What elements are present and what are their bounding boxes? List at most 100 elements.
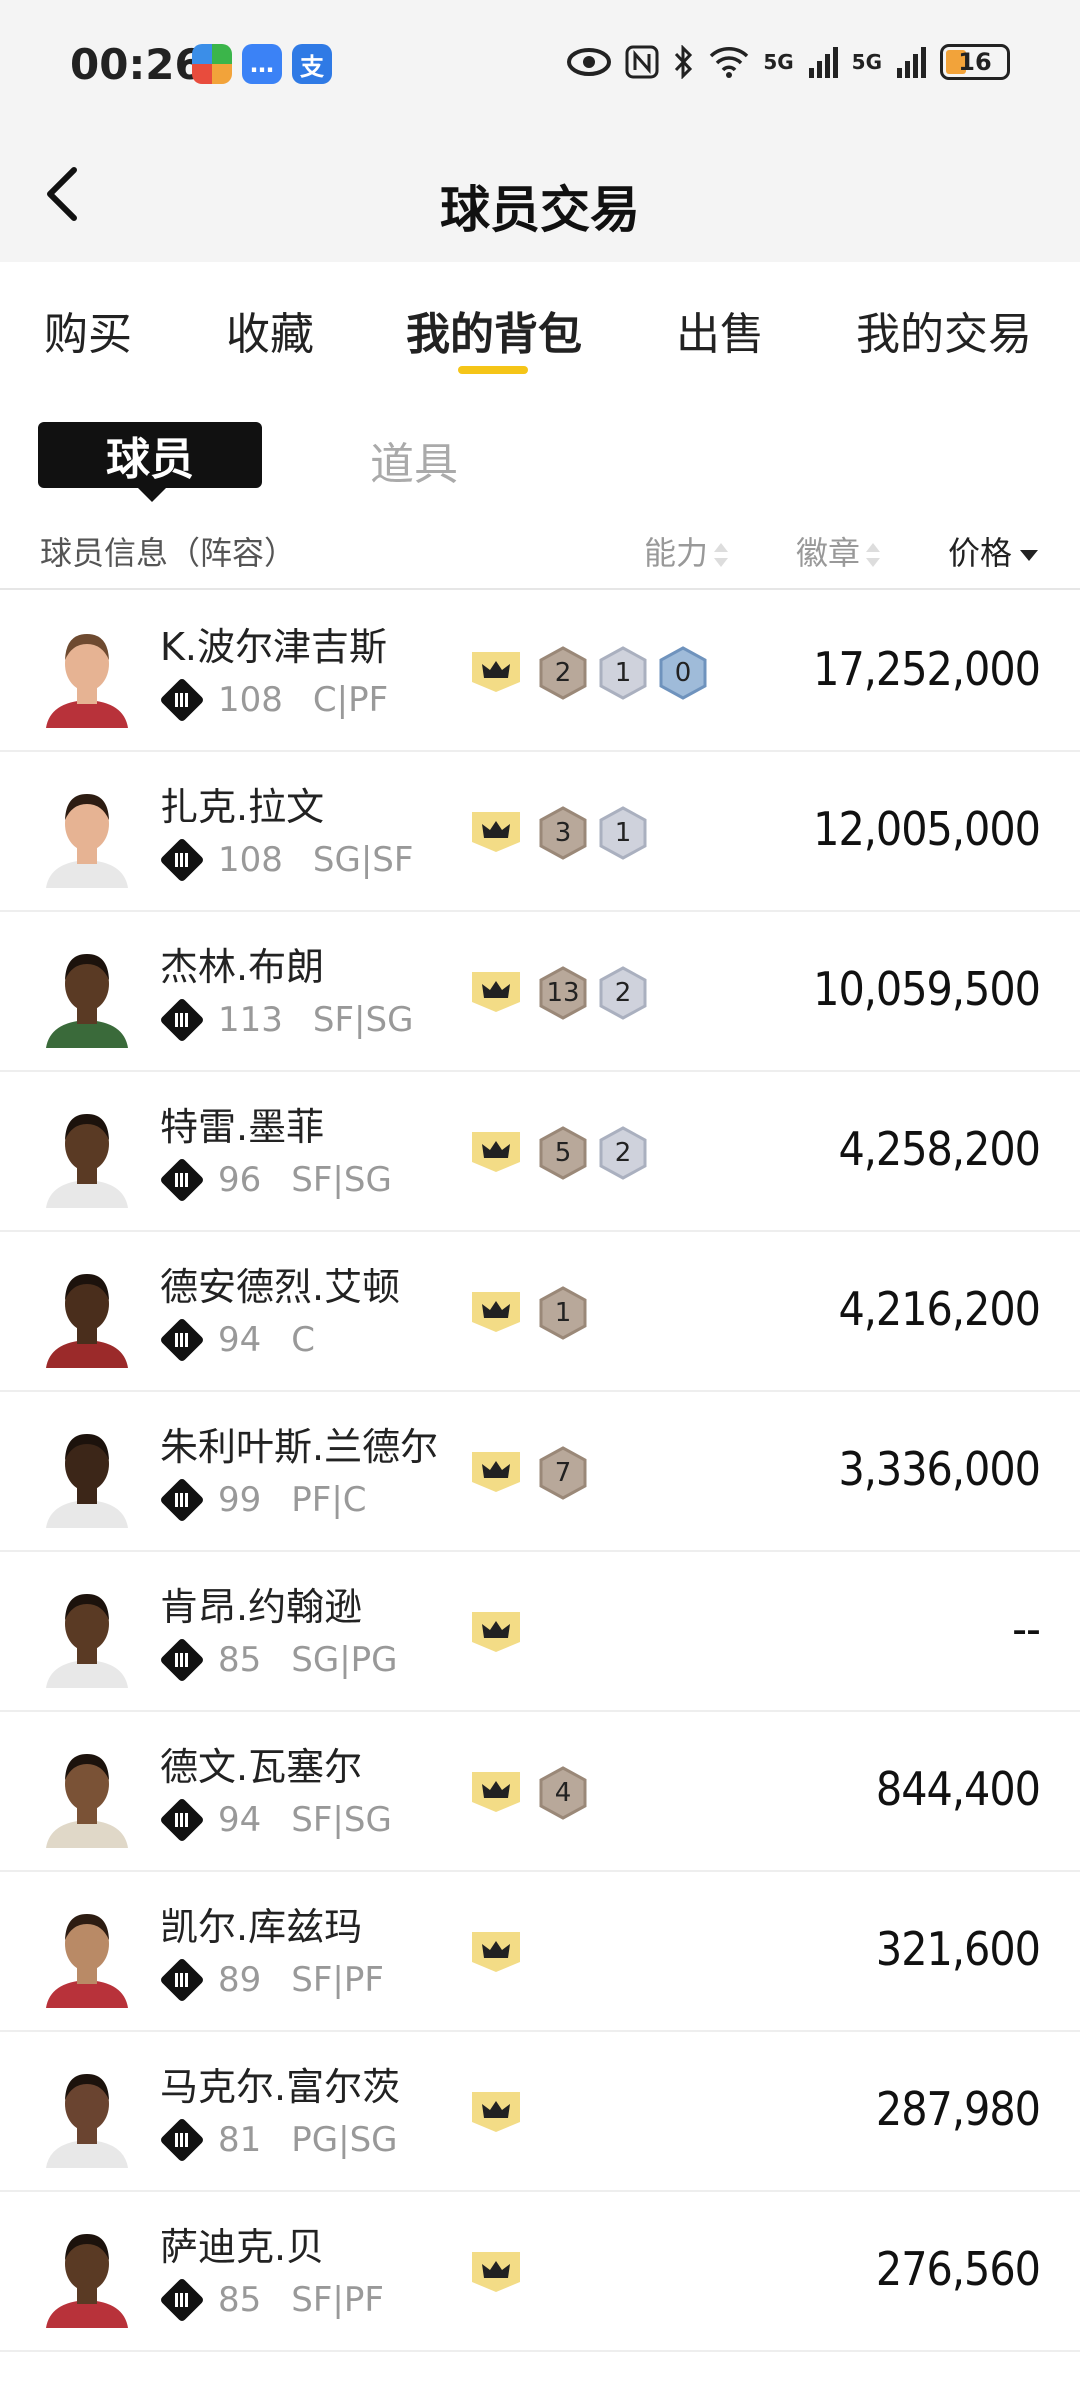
column-badge[interactable]: 徽章 — [796, 528, 881, 574]
list-item[interactable]: 萨迪克.贝 85 SF|PF 276,560 — [0, 2192, 1080, 2352]
player-rating: 108 — [218, 680, 283, 720]
player-rating: 89 — [218, 1960, 262, 2000]
player-meta: 85 SG|PG — [159, 1637, 398, 1683]
list-item[interactable]: 朱利叶斯.兰德尔 99 PF|C 7 3,336,000 — [0, 1392, 1080, 1552]
player-avatar — [46, 1434, 128, 1528]
player-price: 17,252,000 — [813, 642, 1041, 696]
list-item[interactable]: K.波尔津吉斯 108 C|PF 2 1 0 17,252,000 — [0, 592, 1080, 752]
player-meta: 108 C|PF — [159, 677, 389, 723]
list-item[interactable]: 扎克.拉文 108 SG|SF 3 1 12,005,000 — [0, 752, 1080, 912]
player-price: 844,400 — [875, 1762, 1041, 1816]
tab-sell[interactable]: 出售 — [676, 298, 764, 362]
sort-arrows-icon — [866, 541, 881, 569]
tab-buy[interactable]: 购买 — [44, 298, 132, 362]
player-name: 马克尔.富尔茨 — [160, 2065, 401, 2109]
crown-icon — [472, 2252, 520, 2292]
player-meta: 94 SF|SG — [159, 1797, 392, 1843]
column-ability[interactable]: 能力 — [644, 528, 729, 574]
player-position: C — [291, 1320, 316, 1360]
badge-group: 2 1 0 — [538, 646, 708, 700]
player-rating: 96 — [218, 1160, 262, 1200]
list-item[interactable]: 肯昂.约翰逊 85 SG|PG -- — [0, 1552, 1080, 1712]
player-meta: 94 C — [159, 1317, 316, 1363]
player-meta: 96 SF|SG — [159, 1157, 392, 1203]
player-position: SG|PG — [291, 1640, 398, 1680]
player-position: SF|SG — [312, 1000, 414, 1040]
player-price: 10,059,500 — [813, 962, 1041, 1016]
badge-hex-icon: 4 — [538, 1766, 588, 1820]
badge-count: 7 — [554, 1458, 572, 1488]
crown-icon — [472, 2092, 520, 2132]
player-rating: 94 — [218, 1320, 262, 1360]
player-price: 276,560 — [875, 2242, 1041, 2296]
list-item[interactable]: 马克尔.富尔茨 81 PG|SG 287,980 — [0, 2032, 1080, 2192]
player-rating: 108 — [218, 840, 283, 880]
tab-my-trades[interactable]: 我的交易 — [856, 298, 1032, 362]
badge-hex-icon: 1 — [538, 1286, 588, 1340]
badge-count: 1 — [614, 658, 632, 688]
rating-diamond-icon — [159, 2277, 205, 2323]
column-header: 球员信息（阵容） 能力 徽章 价格 — [0, 510, 1080, 590]
player-meta: 99 PF|C — [159, 1477, 367, 1523]
signal-label-1: 5G — [763, 50, 794, 74]
app-icon-colorful — [192, 44, 232, 84]
badge-count: 13 — [546, 978, 580, 1008]
player-avatar — [46, 1914, 128, 2008]
list-item[interactable]: 德安德烈.艾顿 94 C 1 4,216,200 — [0, 1232, 1080, 1392]
player-name: K.波尔津吉斯 — [160, 625, 387, 669]
player-rating: 94 — [218, 1800, 262, 1840]
player-meta: 81 PG|SG — [159, 2117, 398, 2163]
crown-icon — [472, 1932, 520, 1972]
player-price: 12,005,000 — [813, 802, 1041, 856]
badge-count: 1 — [614, 818, 632, 848]
player-name: 德安德烈.艾顿 — [160, 1265, 401, 1309]
badge-hex-icon: 5 — [538, 1126, 588, 1180]
player-avatar — [46, 2234, 128, 2328]
list-item[interactable]: 凯尔.库兹玛 89 SF|PF 321,600 — [0, 1872, 1080, 2032]
wifi-icon — [710, 47, 749, 78]
subtab-items[interactable]: 道具 — [370, 428, 458, 492]
list-item[interactable]: 德文.瓦塞尔 94 SF|SG 4 844,400 — [0, 1712, 1080, 1872]
sub-tabs: 球员 道具 — [0, 382, 1080, 502]
tab-my-backpack[interactable]: 我的背包 — [406, 298, 582, 362]
rating-diamond-icon — [159, 837, 205, 883]
eye-icon — [567, 48, 612, 76]
player-avatar — [46, 794, 128, 888]
subtab-players[interactable]: 球员 — [38, 422, 262, 502]
list-item[interactable]: 特雷.墨菲 96 SF|SG 5 2 4,258,200 — [0, 1072, 1080, 1232]
tab-favorites[interactable]: 收藏 — [226, 298, 314, 362]
badge-count: 5 — [554, 1138, 572, 1168]
status-right: 5G 5G 16 — [567, 44, 1010, 80]
player-price: 321,600 — [875, 1922, 1041, 1976]
badge-hex-icon: 13 — [538, 966, 588, 1020]
badge-hex-icon: 1 — [598, 646, 648, 700]
alipay-app-icon: 支 — [292, 44, 332, 84]
crown-icon — [472, 972, 520, 1012]
badge-count: 2 — [614, 978, 632, 1008]
badge-count: 3 — [554, 818, 572, 848]
active-tab-indicator — [458, 366, 528, 374]
player-name: 朱利叶斯.兰德尔 — [160, 1425, 439, 1469]
badge-hex-icon: 2 — [598, 1126, 648, 1180]
list-item[interactable]: 杰林.布朗 113 SF|SG 13 2 10,059,500 — [0, 912, 1080, 1072]
player-rating: 113 — [218, 1000, 283, 1040]
bluetooth-icon — [675, 45, 693, 79]
badge-count: 2 — [614, 1138, 632, 1168]
player-position: SF|PF — [291, 1960, 384, 2000]
player-rating: 85 — [218, 1640, 262, 1680]
badge-count: 4 — [554, 1778, 572, 1808]
player-position: SF|PF — [291, 2280, 384, 2320]
column-price[interactable]: 价格 — [948, 528, 1039, 574]
player-avatar — [46, 634, 128, 728]
player-name: 萨迪克.贝 — [160, 2225, 325, 2269]
rating-diamond-icon — [159, 1157, 205, 1203]
badge-hex-icon: 1 — [598, 806, 648, 860]
column-badge-label: 徽章 — [796, 534, 861, 572]
rating-diamond-icon — [159, 1317, 205, 1363]
signal-bars-icon — [808, 47, 838, 78]
badge-hex-icon: 2 — [538, 646, 588, 700]
player-position: C|PF — [312, 680, 389, 720]
player-list: K.波尔津吉斯 108 C|PF 2 1 0 17,252,000 扎克.拉文 108 SG|SF… — [0, 592, 1080, 2398]
player-price: 4,258,200 — [838, 1122, 1041, 1176]
crown-icon — [472, 652, 520, 692]
